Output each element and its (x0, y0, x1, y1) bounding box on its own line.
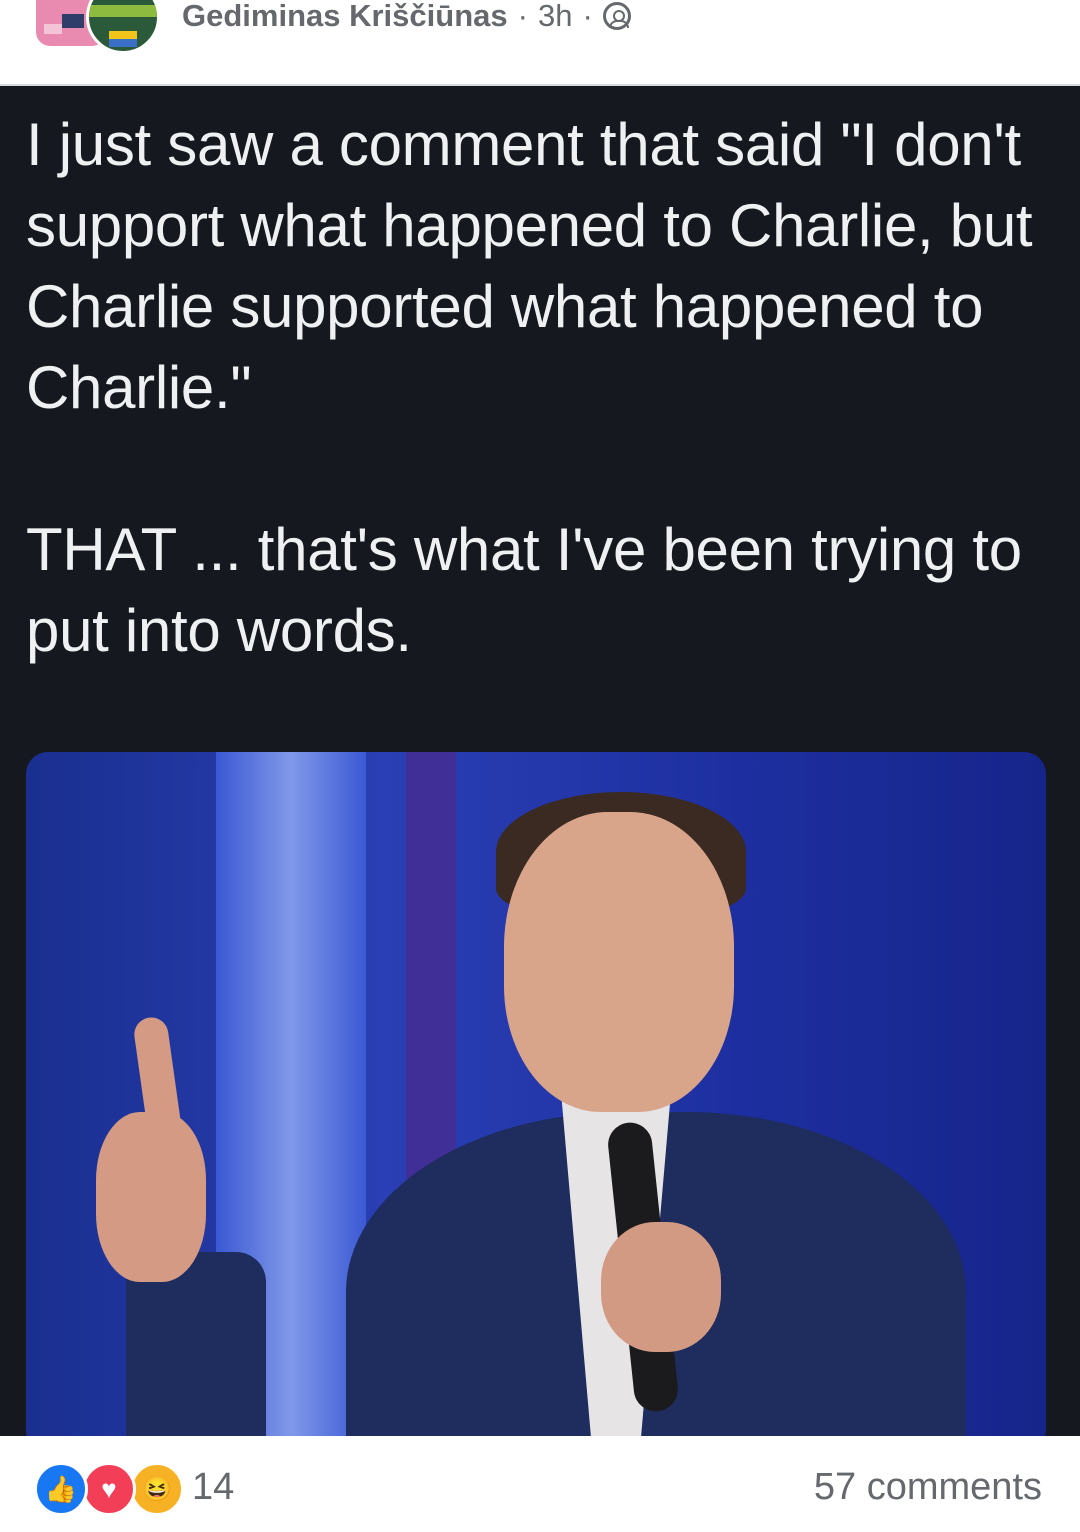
separator: · (517, 0, 528, 33)
avatar-shape (62, 14, 84, 28)
avatar-shape (109, 31, 137, 39)
profile-avatar[interactable] (86, 0, 160, 54)
avatar-shape (89, 5, 157, 17)
separator: · (582, 0, 593, 33)
avatar-shape (44, 24, 62, 34)
post-time[interactable]: 3h (538, 0, 572, 34)
author-line: Gediminas Kriščiūnas · 3h · (182, 0, 631, 38)
comments-count[interactable]: 57 comments (814, 1466, 1042, 1509)
reaction-count[interactable]: 14 (192, 1466, 234, 1509)
person-hand (601, 1222, 721, 1352)
image-text: I just saw a comment that said "I don't … (26, 104, 1056, 671)
person-face (504, 812, 734, 1112)
love-icon: ♥ (82, 1462, 136, 1516)
image-text-paragraph: THAT ... that's what I've been trying to… (26, 516, 1022, 664)
post-header: Gediminas Kriščiūnas · 3h · (0, 0, 1080, 86)
image-text-paragraph: I just saw a comment that said "I don't … (26, 111, 1033, 421)
post-footer: 👍 ♥ 😆 14 57 comments (0, 1436, 1080, 1532)
reactions-summary[interactable]: 👍 ♥ 😆 (34, 1462, 184, 1516)
speaker-photo (26, 752, 1046, 1436)
like-icon: 👍 (34, 1462, 88, 1516)
author-name[interactable]: Gediminas Kriščiūnas (182, 0, 508, 34)
friends-icon (602, 2, 631, 30)
avatar-shape (109, 39, 137, 47)
haha-icon: 😆 (130, 1462, 184, 1516)
avatar-group[interactable] (36, 0, 166, 54)
post-image[interactable]: I just saw a comment that said "I don't … (0, 86, 1080, 1436)
